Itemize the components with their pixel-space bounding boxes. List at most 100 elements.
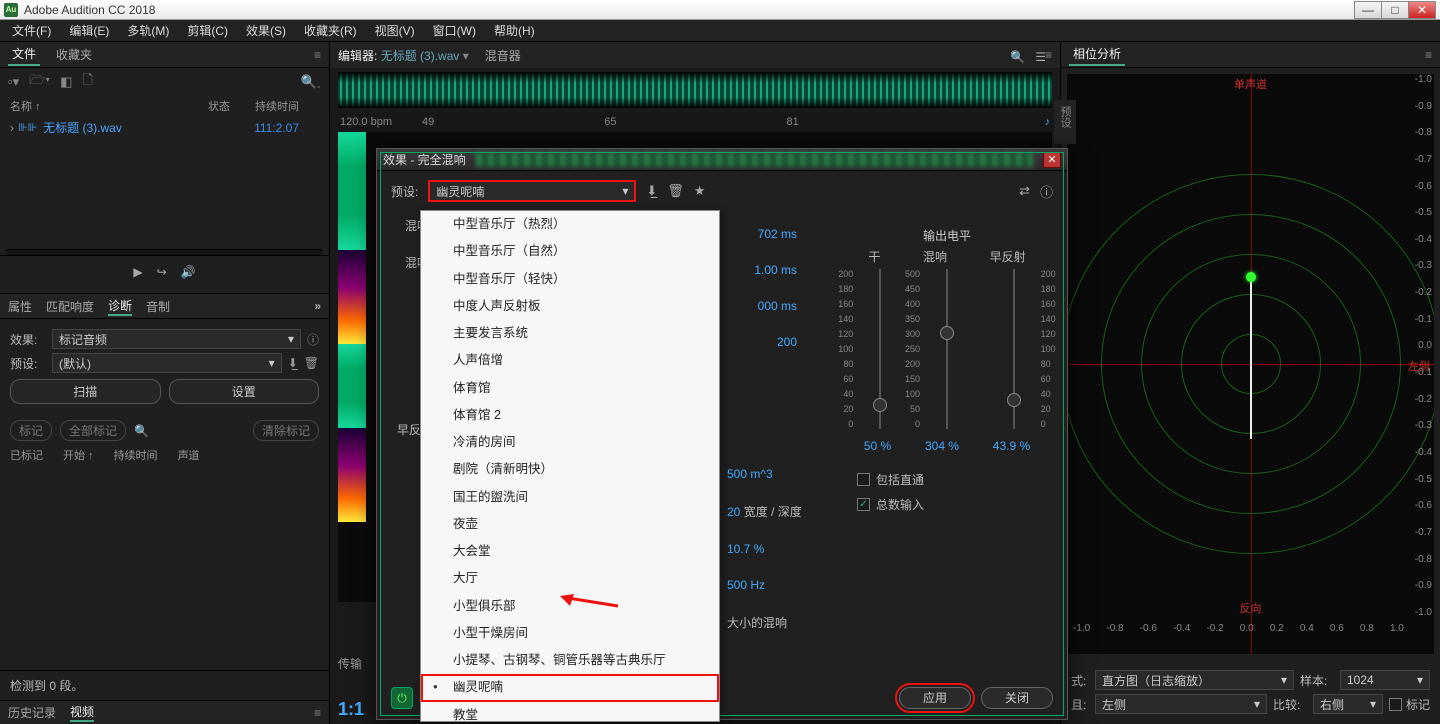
preset-select[interactable]: (默认)▾ [52, 353, 282, 373]
preset-dropdown[interactable]: 中型音乐厅（热烈）中型音乐厅（自然）中型音乐厅（轻快）中度人声反射板主要发言系统… [420, 210, 720, 722]
delete-preset-icon[interactable]: 🗑 [667, 183, 684, 199]
preset-option[interactable]: 国王的盥洗间 [421, 484, 719, 511]
preset-option[interactable]: 人声倍增 [421, 347, 719, 374]
hdr-marked[interactable]: 已标记 [10, 447, 43, 463]
clear-marks-button[interactable]: 清除标记 [253, 420, 319, 441]
menu-clip[interactable]: 剪辑(C) [181, 20, 234, 41]
menu-window[interactable]: 窗口(W) [427, 20, 482, 41]
phase-menu-icon[interactable]: ≡ [1425, 48, 1432, 62]
param-pct[interactable]: 10.7 % [727, 542, 887, 556]
snap-icon[interactable]: ♪ [1045, 116, 1051, 128]
ch-select[interactable]: 左侧▾ [1095, 694, 1267, 714]
preset-option[interactable]: 体育馆 [421, 375, 719, 402]
preset-option[interactable]: 大会堂 [421, 538, 719, 565]
dialog-preset-select[interactable]: 幽灵呢喃▾ [428, 180, 636, 202]
dry-slider[interactable] [879, 269, 881, 429]
settings-button[interactable]: 设置 [169, 379, 320, 404]
tab-editor[interactable]: 编辑器: 无标题 (3).wav ▾ [338, 47, 469, 64]
reverb-value[interactable]: 304 % [925, 439, 959, 453]
sum-checkbox[interactable]: ✓总数输入 [857, 496, 1047, 513]
preset-option[interactable]: 体育馆 2 [421, 402, 719, 429]
export-icon[interactable]: ↪ [157, 265, 167, 279]
apply-button[interactable]: 应用 [899, 687, 971, 709]
compare-select[interactable]: 右侧▾ [1313, 694, 1383, 714]
tab-files[interactable]: 文件 [8, 43, 40, 66]
preset-option[interactable]: 中型音乐厅（自然） [421, 238, 719, 265]
mark-checkbox[interactable]: 标记 [1389, 696, 1430, 713]
preset-option[interactable]: 冷清的房间 [421, 429, 719, 456]
tabs-more-icon[interactable]: » [314, 299, 321, 313]
filter-icon[interactable]: 🗋 [82, 71, 92, 93]
tab-video[interactable]: 视频 [70, 703, 94, 722]
editor-menu-icon[interactable]: ≡ [1045, 48, 1052, 62]
mark-button[interactable]: 标记 [10, 420, 52, 441]
favorite-icon[interactable]: ★ [694, 183, 706, 199]
menu-help[interactable]: 帮助(H) [488, 20, 541, 41]
reverb-slider[interactable] [946, 269, 948, 429]
close-dialog-button[interactable]: 关闭 [981, 687, 1053, 709]
close-button[interactable]: ✕ [1408, 1, 1436, 19]
delete-preset-icon[interactable]: 🗑 [304, 356, 319, 370]
open-file-icon[interactable]: 🗁▾ [29, 71, 50, 93]
preset-side-label[interactable]: 预设 [1054, 100, 1076, 144]
preset-option[interactable]: 教堂 [421, 702, 719, 723]
file-row[interactable]: › ⊪⊪ 无标题 (3).wav 111:2.07 [0, 116, 329, 139]
tab-match[interactable]: 匹配响度 [46, 298, 94, 315]
effect-select[interactable]: 标记音频▾ [52, 329, 301, 349]
preset-option[interactable]: 主要发言系统 [421, 320, 719, 347]
preset-option[interactable]: 剧院（清新明快） [421, 456, 719, 483]
preset-option[interactable]: 幽灵呢喃 [421, 674, 719, 701]
waveform-overview[interactable] [338, 72, 1052, 108]
param-hz[interactable]: 500 Hz [727, 578, 887, 592]
speaker-icon[interactable]: 🔊 [181, 265, 196, 279]
hdr-channel[interactable]: 声道 [178, 447, 200, 463]
expand-icon[interactable]: › [10, 121, 14, 135]
record-icon[interactable]: ◧ [60, 74, 72, 90]
menu-view[interactable]: 视图(V) [369, 20, 421, 41]
view-list-icon[interactable]: ☰ [1035, 50, 1046, 64]
dry-value[interactable]: 50 % [864, 439, 891, 453]
dialog-close-button[interactable]: ✕ [1043, 152, 1061, 168]
preset-option[interactable]: 小型干燥房间 [421, 620, 719, 647]
menu-edit[interactable]: 编辑(E) [63, 20, 115, 41]
all-marks-button[interactable]: 全部标记 [60, 420, 126, 441]
info-icon[interactable]: ⓘ [307, 331, 319, 348]
history-menu-icon[interactable]: ≡ [314, 706, 321, 720]
save-preset-icon[interactable]: ⬇̲ [646, 183, 657, 199]
header-status[interactable]: 状态 [170, 98, 230, 114]
preset-option[interactable]: 中型音乐厅（热烈） [421, 211, 719, 238]
hdr-dur[interactable]: 持续时间 [114, 447, 158, 463]
tab-mixer[interactable]: 混音器 [485, 47, 521, 64]
play-icon[interactable]: ▶ [133, 265, 142, 279]
zoom-tool-icon[interactable]: 🔍 [1010, 50, 1025, 64]
preset-option[interactable]: 小型俱乐部 [421, 593, 719, 620]
early-value[interactable]: 43.9 % [993, 439, 1030, 453]
param-wd[interactable]: 20 [727, 505, 740, 519]
preset-option[interactable]: 中型音乐厅（轻快） [421, 266, 719, 293]
time-ruler[interactable]: 120.0 bpm 49 65 81 ♪ [330, 112, 1060, 132]
route-icon[interactable]: ⇄ [1019, 183, 1030, 199]
save-preset-icon[interactable]: ⬇̲ [288, 356, 298, 370]
early-slider[interactable] [1013, 269, 1015, 429]
panel-menu-icon[interactable]: ≡ [314, 48, 321, 62]
preset-option[interactable]: 小提琴、古钢琴、铜管乐器等古典乐厅 [421, 647, 719, 674]
menu-file[interactable]: 文件(F) [6, 20, 57, 41]
power-toggle-icon[interactable]: ⏻ [391, 687, 413, 709]
type-select[interactable]: 直方图（日志缩放）▾ [1095, 670, 1294, 690]
menu-effects[interactable]: 效果(S) [240, 20, 292, 41]
tab-preset[interactable]: 音制 [146, 298, 170, 315]
tab-diagnostics[interactable]: 诊断 [108, 297, 132, 316]
new-file-icon[interactable]: ▫▾ [8, 74, 19, 90]
search-marks-icon[interactable]: 🔍 [134, 424, 149, 438]
header-duration[interactable]: 持续时间 [230, 98, 319, 114]
menu-multitrack[interactable]: 多轨(M) [121, 20, 175, 41]
scan-button[interactable]: 扫描 [10, 379, 161, 404]
tab-history[interactable]: 历史记录 [8, 704, 56, 721]
preset-option[interactable]: 中度人声反射板 [421, 293, 719, 320]
samples-select[interactable]: 1024▾ [1340, 670, 1430, 690]
maximize-button[interactable]: □ [1381, 1, 1409, 19]
tab-phase[interactable]: 相位分析 [1069, 43, 1125, 66]
tab-properties[interactable]: 属性 [8, 298, 32, 315]
search-icon[interactable]: 🔍˯ [300, 74, 321, 90]
preset-option[interactable]: 夜壶 [421, 511, 719, 538]
